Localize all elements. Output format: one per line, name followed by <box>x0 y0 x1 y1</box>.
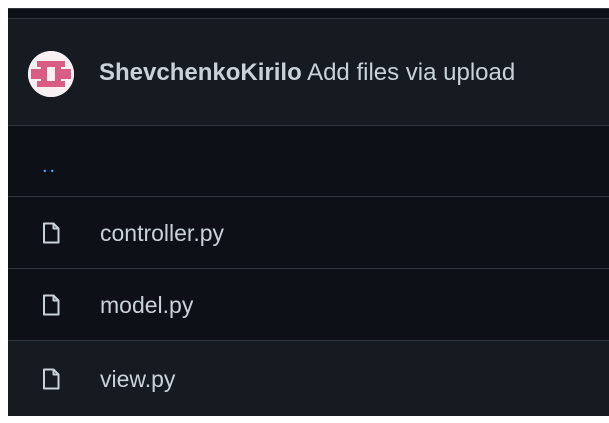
avatar-identicon <box>28 51 74 97</box>
file-icon <box>38 292 64 318</box>
file-row[interactable]: controller.py <box>8 197 609 269</box>
file-row[interactable]: model.py <box>8 269 609 341</box>
commit-summary: ShevchenkoKirilo Add files via upload <box>99 58 515 88</box>
file-name-link[interactable]: model.py <box>100 288 193 322</box>
parent-directory-row[interactable]: .. <box>8 126 609 197</box>
file-name-link[interactable]: controller.py <box>100 216 224 250</box>
file-row[interactable]: view.py <box>8 341 609 416</box>
avatar[interactable] <box>28 51 74 97</box>
latest-commit-row: ShevchenkoKirilo Add files via upload <box>8 18 609 126</box>
file-browser: ShevchenkoKirilo Add files via upload ..… <box>8 8 609 416</box>
file-name-link[interactable]: view.py <box>100 362 175 396</box>
file-icon <box>38 220 64 246</box>
file-icon <box>38 366 64 392</box>
commit-author-link[interactable]: ShevchenkoKirilo <box>99 59 302 86</box>
parent-directory-link[interactable]: .. <box>42 156 57 176</box>
commit-message-link[interactable]: Add files via upload <box>307 59 515 86</box>
